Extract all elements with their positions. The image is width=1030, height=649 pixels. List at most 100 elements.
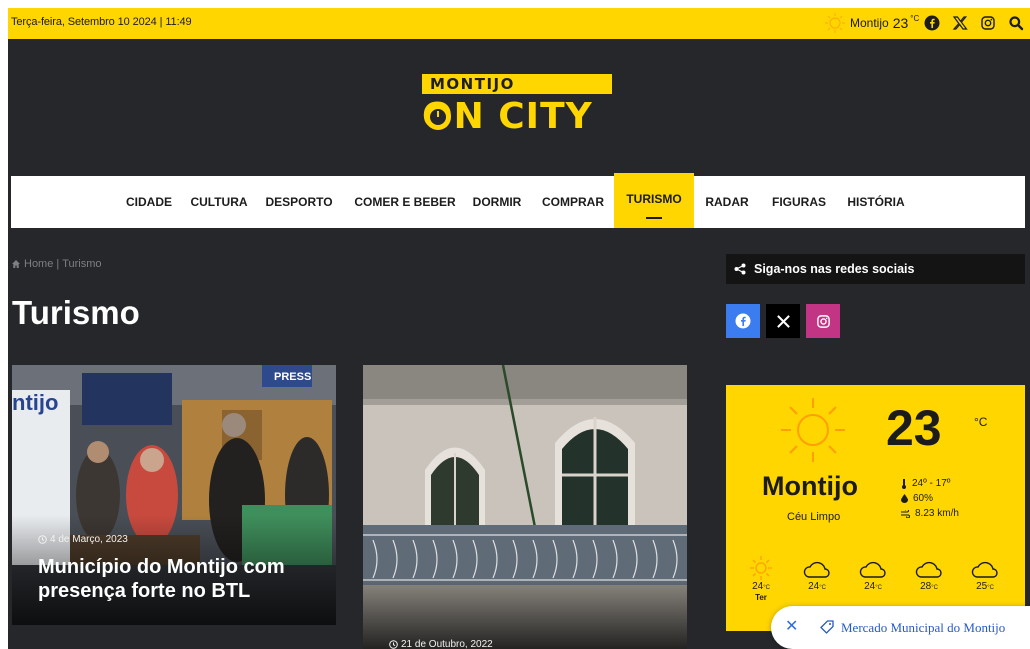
facebook-button[interactable] — [726, 304, 760, 338]
weather-humidity-text: 60% — [913, 493, 934, 504]
cloud-icon — [803, 561, 830, 578]
instagram-icon[interactable] — [979, 14, 997, 32]
nav-item-radar[interactable]: RADAR — [701, 176, 753, 228]
nav-item-cultura[interactable]: CULTURA — [187, 176, 251, 228]
nav-item-comprar[interactable]: COMPRAR — [539, 176, 607, 228]
current-temp: 23 — [886, 400, 942, 456]
article-date-text: 21 de Outubro, 2022 — [401, 639, 493, 649]
forecast-temp-unit: °C — [987, 585, 994, 591]
nav-item-label: COMER E BEBER — [354, 195, 456, 209]
nav-item-label: DORMIR — [472, 195, 522, 209]
nav-item-cidade[interactable]: CIDADE — [119, 176, 179, 228]
nav-item-figuras[interactable]: FIGURAS — [767, 176, 831, 228]
forecast-day: 24°C — [856, 555, 890, 593]
forecast-temp-value: 25 — [976, 581, 988, 592]
x-icon[interactable] — [951, 14, 969, 32]
article-date-text: 4 de Março, 2023 — [50, 534, 128, 545]
clock-icon — [38, 535, 47, 544]
nav-item-label: DESPORTO — [265, 195, 333, 209]
nav-item-comer-e-beber[interactable]: COMER E BEBER — [351, 176, 459, 228]
forecast-day: 24°C Ter — [744, 555, 778, 602]
topbar-weather-unit: °C — [910, 14, 920, 23]
sun-icon — [781, 398, 845, 462]
nav-item-dormir[interactable]: DORMIR — [467, 176, 527, 228]
share-icon — [734, 263, 746, 275]
instagram-icon — [816, 314, 830, 328]
top-bar: Terça-feira, Setembro 10 2024 | 11:49 Mo… — [8, 8, 1030, 39]
social-buttons — [726, 304, 840, 338]
breadcrumb-separator: | — [56, 258, 60, 270]
forecast-temp-unit: °C — [875, 585, 882, 591]
weather-widget: 23 °C Montijo Céu Limpo 24º - 17º 60% 8.… — [726, 385, 1025, 631]
clock-icon — [389, 640, 398, 649]
forecast-temp: 24°C — [800, 581, 834, 592]
forecast-temp-value: 28 — [920, 581, 932, 592]
cloud-icon — [971, 561, 998, 578]
site-logo[interactable]: MONTIJO ON CITY — [420, 74, 616, 148]
article-date: 4 de Março, 2023 — [38, 534, 128, 545]
topbar-weather-temp: 23 — [892, 15, 909, 31]
nav-item-turismo[interactable]: TURISMO — [614, 173, 694, 228]
forecast-temp-unit: °C — [763, 585, 770, 591]
forecast-temp: 25°C — [968, 581, 1002, 592]
current-temp-unit: °C — [974, 415, 988, 429]
forecast-temp-value: 24 — [864, 581, 876, 592]
tag-icon — [820, 620, 834, 634]
forecast-temp: 24°C — [744, 581, 778, 592]
home-icon — [12, 260, 20, 268]
topbar-weather-city: Montijo — [850, 16, 889, 30]
nav-item-label: CIDADE — [125, 195, 172, 209]
breadcrumb-current: Turismo — [62, 258, 102, 270]
droplet-icon — [901, 494, 908, 503]
social-widget-heading: Siga-nos nas redes sociais — [726, 254, 1025, 284]
article-title[interactable]: Município do Montijo com presença forte … — [38, 555, 328, 603]
forecast-day: 25°C — [968, 555, 1002, 593]
close-icon[interactable]: ✕ — [785, 616, 798, 636]
nav-item-historia[interactable]: HISTÓRIA — [841, 176, 911, 228]
thermometer-icon — [902, 478, 906, 489]
social-heading-text: Siga-nos nas redes sociais — [754, 262, 915, 276]
suggestion-text[interactable]: Mercado Municipal do Montijo — [841, 620, 1005, 636]
article-date: 21 de Outubro, 2022 — [389, 639, 493, 649]
weather-range-text: 24º - 17º — [912, 478, 951, 489]
weather-wind: 8.23 km/h — [901, 508, 959, 519]
breadcrumb-home[interactable]: Home — [24, 258, 53, 270]
nav-item-label: COMPRAR — [542, 195, 604, 209]
forecast-day: 24°C — [800, 555, 834, 593]
forecast-temp-unit: °C — [819, 585, 826, 591]
cloud-icon — [859, 561, 886, 578]
nav-item-desporto[interactable]: DESPORTO — [261, 176, 337, 228]
instagram-button[interactable] — [806, 304, 840, 338]
nav-item-label: HISTÓRIA — [847, 195, 905, 209]
clock-icon — [425, 104, 451, 130]
forecast-temp-unit: °C — [931, 585, 938, 591]
search-icon[interactable] — [1007, 14, 1025, 32]
cloud-icon — [915, 561, 942, 578]
forecast-temp-value: 24 — [752, 581, 764, 592]
badge-text: PRESS — [274, 371, 311, 383]
current-date: Terça-feira, Setembro 10 2024 | 11:49 — [11, 16, 192, 28]
page-title: Turismo — [12, 294, 140, 331]
article-card[interactable]: 21 de Outubro, 2022 — [363, 365, 687, 649]
active-indicator — [646, 217, 662, 219]
article-card[interactable]: PRESS ntijo 4 de Março, 2023 Município d… — [12, 365, 336, 625]
site-frame: Terça-feira, Setembro 10 2024 | 11:49 Mo… — [8, 8, 1030, 649]
main-nav: CIDADE CULTURA DESPORTO COMER E BEBER DO… — [11, 173, 1025, 228]
weather-humidity: 60% — [901, 493, 933, 504]
x-button[interactable] — [766, 304, 800, 338]
weather-wind-text: 8.23 km/h — [915, 508, 959, 519]
nav-item-label: CULTURA — [190, 195, 248, 209]
sun-icon — [825, 13, 845, 33]
forecast-temp: 28°C — [912, 581, 946, 592]
weather-description: Céu Limpo — [787, 511, 841, 523]
floating-suggestion[interactable]: ✕ Mercado Municipal do Montijo — [771, 606, 1030, 649]
svg-text:ntijo: ntijo — [12, 390, 58, 415]
logo-line1: MONTIJO — [430, 75, 515, 93]
forecast-temp-value: 24 — [808, 581, 820, 592]
facebook-icon[interactable] — [923, 14, 941, 32]
breadcrumb: Home | Turismo — [11, 258, 102, 270]
wind-icon — [901, 509, 910, 518]
page: Terça-feira, Setembro 10 2024 | 11:49 Mo… — [0, 0, 1030, 649]
nav-item-label: FIGURAS — [772, 195, 826, 209]
nav-item-label: RADAR — [705, 195, 749, 209]
